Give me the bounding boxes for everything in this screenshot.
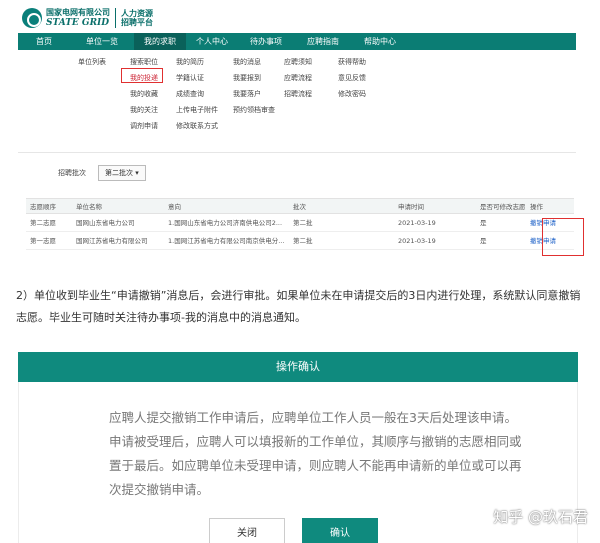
col-header: 意向 — [168, 203, 181, 211]
brand-company-en: STATE GRID — [46, 17, 110, 28]
zhihu-watermark: 知乎 @玖石君 — [493, 508, 588, 526]
menu-item[interactable]: 上传电子附件 — [176, 104, 218, 120]
confirm-button[interactable]: 确认 — [302, 518, 378, 543]
col-header: 批次 — [293, 203, 306, 211]
dialog-title: 操作确认 — [18, 352, 578, 382]
menu-item[interactable]: 应聘流程 — [284, 72, 312, 88]
menu-col-help: 获得帮助 意见反馈 修改密码 — [338, 56, 366, 104]
batch-filter: 招聘批次 第二批次 ▾ — [58, 165, 146, 181]
menu-item[interactable]: 学籍认证 — [176, 72, 218, 88]
cell-batch: 第二批 — [293, 237, 313, 245]
instruction-paragraph: 2）单位收到毕业生“申请撤销”消息后，会进行审批。如果单位未在申请提交后的3日内… — [16, 289, 581, 324]
menu-col-todo: 我的消息 我要报到 我要落户 预约领档审查 — [233, 56, 275, 120]
menu-col-units: 单位列表 — [78, 56, 106, 72]
cell-date: 2021-03-19 — [398, 237, 436, 245]
col-header: 申请时间 — [398, 203, 424, 211]
cell-intent: 1.国网江苏省电力有限公司南京供电分... — [168, 237, 285, 245]
menu-item[interactable]: 我的消息 — [233, 56, 275, 72]
batch-selected-value: 第二批次 — [105, 169, 133, 177]
cell-unit: 国网江苏省电力有限公司 — [76, 237, 148, 245]
close-button[interactable]: 关闭 — [209, 518, 285, 543]
main-navbar: 首页 单位一览 我的求职 个人中心 待办事项 应聘指南 帮助中心 — [18, 33, 576, 50]
menu-item[interactable]: 成绩查询 — [176, 88, 218, 104]
cell-order: 第二志愿 — [30, 219, 56, 227]
brand-company-cn: 国家电网有限公司 — [46, 7, 110, 17]
menu-item[interactable]: 我要落户 — [233, 88, 275, 104]
nav-help[interactable]: 帮助中心 — [352, 33, 408, 50]
menu-col-guide: 应聘须知 应聘流程 招聘流程 — [284, 56, 312, 104]
menu-item[interactable]: 调剂申请 — [130, 120, 158, 136]
mega-menu: 单位列表 搜索职位 我的投递 我的收藏 我的关注 调剂申请 我的简历 学籍认证 … — [18, 50, 576, 150]
batch-label: 招聘批次 — [58, 169, 86, 177]
table-row: 第二志愿 国网山东省电力公司 1.国网山东省电力公司济南供电公司2... 第二批… — [26, 214, 574, 232]
table-row: 第一志愿 国网江苏省电力有限公司 1.国网江苏省电力有限公司南京供电分... 第… — [26, 232, 574, 250]
menu-item[interactable]: 我要报到 — [233, 72, 275, 88]
nav-units[interactable]: 单位一览 — [70, 33, 134, 50]
col-header: 是否可修改志愿 — [480, 203, 526, 211]
menu-item[interactable]: 应聘须知 — [284, 56, 312, 72]
menu-col-personal: 我的简历 学籍认证 成绩查询 上传电子附件 修改联系方式 — [176, 56, 218, 136]
highlight-box-revoke — [542, 218, 584, 256]
menu-item[interactable]: 获得帮助 — [338, 56, 366, 72]
nav-todo[interactable]: 待办事项 — [238, 33, 294, 50]
col-header: 志愿顺序 — [30, 203, 56, 211]
table-header: 志愿顺序 单位名称 意向 批次 申请时间 是否可修改志愿 操作 — [26, 198, 574, 214]
nav-my-job[interactable]: 我的求职 — [134, 33, 186, 50]
cell-editable: 是 — [480, 237, 487, 245]
chevron-down-icon: ▾ — [135, 169, 139, 177]
nav-personal-center[interactable]: 个人中心 — [186, 33, 238, 50]
nav-home[interactable]: 首页 — [18, 33, 70, 50]
state-grid-logo-icon — [22, 8, 42, 28]
menu-item[interactable]: 修改密码 — [338, 88, 366, 104]
portal-screenshot: 国家电网有限公司 STATE GRID 人力资源 招聘平台 首页 单位一览 我的… — [18, 0, 584, 262]
applications-table: 志愿顺序 单位名称 意向 批次 申请时间 是否可修改志愿 操作 第二志愿 国网山… — [26, 198, 574, 250]
cell-date: 2021-03-19 — [398, 219, 436, 227]
brand-header: 国家电网有限公司 STATE GRID 人力资源 招聘平台 — [22, 4, 153, 32]
cell-editable: 是 — [480, 219, 487, 227]
brand-separator — [115, 8, 116, 28]
cell-unit: 国网山东省电力公司 — [76, 219, 135, 227]
menu-item[interactable]: 意见反馈 — [338, 72, 366, 88]
platform-name-line1: 人力资源 — [121, 8, 153, 18]
batch-select[interactable]: 第二批次 ▾ — [98, 165, 146, 181]
menu-item[interactable]: 我的关注 — [130, 104, 158, 120]
menu-item[interactable]: 单位列表 — [78, 56, 106, 72]
menu-item[interactable]: 修改联系方式 — [176, 120, 218, 136]
menu-item[interactable]: 我的收藏 — [130, 88, 158, 104]
nav-guide[interactable]: 应聘指南 — [294, 33, 352, 50]
menu-item[interactable]: 招聘流程 — [284, 88, 312, 104]
menu-item[interactable]: 我的简历 — [176, 56, 218, 72]
col-header: 单位名称 — [76, 203, 102, 211]
menu-item[interactable]: 预约领档审查 — [233, 104, 275, 120]
highlight-box-my-applications — [121, 68, 163, 83]
col-header: 操作 — [530, 203, 543, 211]
platform-name-line2: 招聘平台 — [121, 18, 153, 27]
cell-intent: 1.国网山东省电力公司济南供电公司2... — [168, 219, 283, 227]
divider — [18, 152, 576, 153]
dialog-message: 应聘人提交撤销工作申请后，应聘单位工作人员一般在3天后处理该申请。申请被受理后，… — [109, 410, 522, 497]
cell-batch: 第二批 — [293, 219, 313, 227]
cell-order: 第一志愿 — [30, 237, 56, 245]
